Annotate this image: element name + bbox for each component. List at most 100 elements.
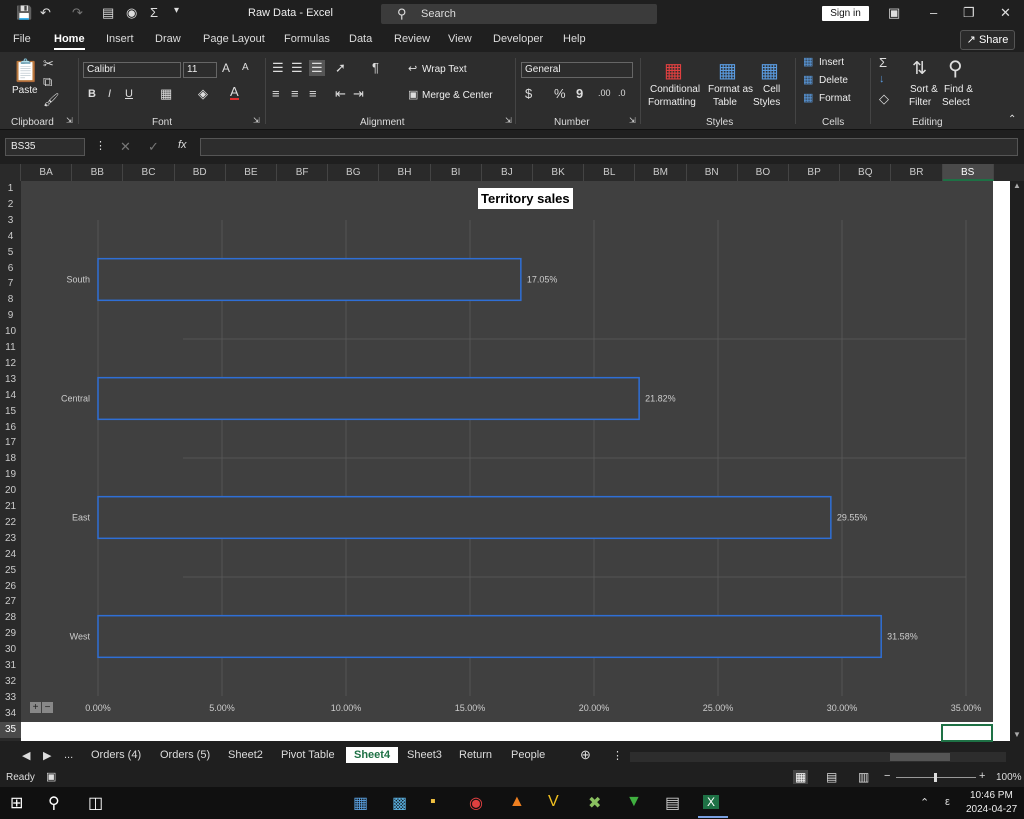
scroll-thumb[interactable] [890,753,950,761]
app-icon[interactable]: ▩ [392,793,407,813]
column-header[interactable]: BF [277,164,329,181]
autosum-ribbon-icon[interactable]: Σ [879,55,887,70]
select-all-corner[interactable] [0,164,21,181]
close-icon[interactable]: ✕ [1000,5,1011,21]
file-explorer-icon[interactable]: ▪ [430,793,436,811]
delete-cells-button[interactable]: Delete [819,75,848,86]
wrap-text-icon[interactable]: ↩ [408,62,417,75]
zoom-slider-thumb[interactable] [934,773,937,782]
sheet-tab[interactable]: Pivot Table [281,749,335,761]
font-color-icon[interactable]: A [230,85,239,100]
find-select-label-1[interactable]: Find & [944,84,973,95]
cut-icon[interactable]: ✂ [43,56,54,72]
sign-in-button[interactable]: Sign in [822,6,869,21]
wrap-text-button[interactable]: Wrap Text [422,64,467,75]
search-box[interactable]: ⚲ Search [381,4,657,24]
tray-chevron-icon[interactable]: ⌃ [920,796,929,809]
merge-center-button[interactable]: Merge & Center [422,90,493,101]
zoom-in-icon[interactable]: + [979,770,985,782]
align-right-icon[interactable]: ≡ [309,86,317,101]
row-header[interactable]: 25 [0,563,21,579]
percent-icon[interactable]: % [554,86,566,101]
column-header[interactable]: BI [431,164,482,181]
cell-styles-label-1[interactable]: Cell [763,84,780,95]
conditional-formatting-label-2[interactable]: Formatting [648,97,696,108]
collapse-icon[interactable]: − [42,702,53,713]
chart-title[interactable]: Territory sales [478,188,573,209]
row-header[interactable]: 8 [0,292,21,308]
row-header[interactable]: 7 [0,276,21,292]
increase-decimal-icon[interactable]: .00 [598,88,611,98]
task-view-icon[interactable]: ◫ [88,793,103,813]
column-header[interactable]: BQ [840,164,892,181]
sheet-tab[interactable]: Return [459,749,492,761]
tab-file[interactable]: File [13,33,31,45]
scroll-up-icon[interactable]: ▲ [1013,181,1021,190]
undo-icon[interactable]: ↶ [40,5,51,21]
row-header[interactable]: 5 [0,245,21,261]
chrome-icon[interactable]: ◉ [469,793,483,813]
paste-label[interactable]: Paste [12,85,38,96]
tab-page-layout[interactable]: Page Layout [203,33,265,45]
tab-scroll-left-icon[interactable]: ◀ [22,749,30,762]
chart-area[interactable]: 0.00% 5.00% 10.00% 15.00% 20.00% 25.00% 30.00%… [21,181,993,722]
app-x-icon[interactable]: ✖ [588,793,601,813]
sort-filter-label-1[interactable]: Sort & [910,84,938,95]
clear-icon[interactable]: ◇ [879,91,889,107]
column-header[interactable]: BS [942,164,994,181]
decrease-decimal-icon[interactable]: .0 [618,88,626,98]
conditional-formatting-icon[interactable]: ▦ [664,58,683,83]
sheet-tab[interactable]: Orders (4) [91,749,141,761]
row-header[interactable]: 1 [0,181,21,197]
merge-center-icon[interactable]: ▣ [408,88,418,101]
row-header[interactable]: 15 [0,404,21,420]
sort-filter-label-2[interactable]: Filter [909,97,931,108]
sort-filter-icon[interactable]: ⇅ [912,58,927,79]
formula-input[interactable] [200,138,1018,156]
align-left-icon[interactable]: ≡ [272,86,280,101]
input-language-icon[interactable]: ε [945,796,950,808]
row-header[interactable]: 21 [0,499,21,515]
row-header[interactable]: 2 [0,197,21,213]
row-header[interactable]: 27 [0,594,21,610]
tab-review[interactable]: Review [394,33,430,45]
format-cells-icon[interactable]: ▦ [803,91,813,104]
borders-icon[interactable]: ▦ [160,86,172,102]
form-icon[interactable]: ▤ [102,5,114,21]
page-break-view-icon[interactable]: ▥ [858,770,869,784]
decrease-font-icon[interactable]: A [242,62,249,73]
fill-color-icon[interactable]: ◈ [198,86,208,102]
tab-draw[interactable]: Draw [155,33,181,45]
bold-icon[interactable]: B [88,88,96,100]
macro-record-icon[interactable]: ▣ [46,770,56,783]
paste-icon[interactable]: 📋 [12,58,39,84]
camera-icon[interactable]: ◉ [126,5,137,21]
windows-start-icon[interactable]: ⊞ [10,793,23,813]
clock-time[interactable]: 10:46 PM [970,790,1013,801]
redo-icon[interactable]: ↷ [72,5,83,21]
row-header[interactable]: 10 [0,324,21,340]
rtl-icon[interactable]: ¶ [372,60,379,75]
name-box[interactable]: BS35 [5,138,85,156]
column-header[interactable]: BN [687,164,738,181]
number-format-select[interactable]: General [521,62,633,78]
format-cells-button[interactable]: Format [819,93,851,104]
row-header[interactable]: 4 [0,229,21,245]
row-header[interactable]: 32 [0,674,21,690]
row-header[interactable]: 23 [0,531,21,547]
tab-options-icon[interactable]: ⋮ [612,749,623,762]
zoom-out-icon[interactable]: − [884,770,890,782]
column-header[interactable]: BR [891,164,943,181]
tab-view[interactable]: View [448,33,472,45]
enter-icon[interactable]: ✓ [148,139,159,155]
cancel-icon[interactable]: ✕ [120,139,131,155]
tab-insert[interactable]: Insert [106,33,134,45]
horizontal-scrollbar[interactable] [630,752,1006,762]
row-header[interactable]: 30 [0,642,21,658]
alignment-launcher-icon[interactable]: ⇲ [505,116,512,125]
sheet-tab[interactable]: Sheet2 [228,749,263,761]
row-header[interactable]: 20 [0,483,21,499]
tab-data[interactable]: Data [349,33,372,45]
row-header[interactable]: 31 [0,658,21,674]
row-header[interactable]: 14 [0,388,21,404]
